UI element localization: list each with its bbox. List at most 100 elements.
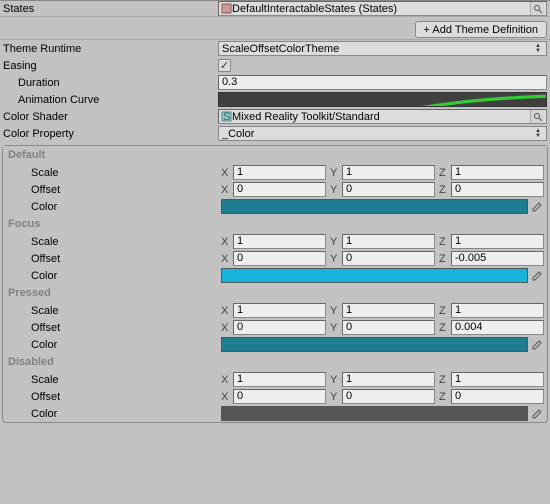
theme-runtime-value: ScaleOffsetColorTheme [222, 43, 533, 55]
checkmark-icon: ✓ [220, 59, 229, 72]
states-label: States [3, 3, 218, 15]
y-label: Y [330, 253, 342, 265]
scale-x-field[interactable]: 1 [233, 303, 326, 318]
offset-z-field[interactable]: -0.005 [451, 251, 544, 266]
offset-x-field[interactable]: 0 [233, 320, 326, 335]
offset-x-field[interactable]: 0 [233, 389, 326, 404]
color-field[interactable] [221, 406, 528, 421]
easing-checkbox[interactable]: ✓ [218, 59, 231, 72]
color-shader-value: Mixed Reality Toolkit/Standard [232, 111, 530, 123]
offset-y-field[interactable]: 0 [342, 251, 435, 266]
z-label: Z [439, 253, 451, 265]
y-label: Y [330, 322, 342, 334]
object-picker-icon[interactable] [530, 110, 544, 123]
offset-label: Offset [6, 253, 221, 265]
x-label: X [221, 236, 233, 248]
state-header-focus: Focus [3, 215, 547, 233]
dropdown-arrow-icon: ▲▼ [533, 44, 543, 54]
curve-icon [219, 93, 546, 107]
scale-z-field[interactable]: 1 [451, 372, 544, 387]
y-label: Y [330, 184, 342, 196]
scale-x-field[interactable]: 1 [233, 372, 326, 387]
object-picker-icon[interactable] [530, 2, 544, 15]
animation-curve-label: Animation Curve [3, 94, 218, 106]
scale-y-field[interactable]: 1 [342, 234, 435, 249]
x-label: X [221, 391, 233, 403]
eyedropper-icon[interactable] [528, 339, 544, 351]
color-property-label: Color Property [3, 128, 218, 140]
color-field[interactable] [221, 268, 528, 283]
state-header-default: Default [3, 146, 547, 164]
offset-x-field[interactable]: 0 [233, 182, 326, 197]
z-label: Z [439, 167, 451, 179]
offset-label: Offset [6, 184, 221, 196]
scale-z-field[interactable]: 1 [451, 303, 544, 318]
scale-x-field[interactable]: 1 [233, 165, 326, 180]
scale-x-field[interactable]: 1 [233, 234, 326, 249]
z-label: Z [439, 374, 451, 386]
dropdown-arrow-icon: ▲▼ [533, 129, 543, 139]
duration-field[interactable]: 0.3 [218, 75, 547, 90]
y-label: Y [330, 305, 342, 317]
state-header-disabled: Disabled [3, 353, 547, 371]
states-object-value: DefaultInteractableStates (States) [232, 3, 530, 15]
color-label: Color [6, 339, 221, 351]
offset-x-field[interactable]: 0 [233, 251, 326, 266]
states-asset-icon [221, 3, 232, 14]
color-label: Color [6, 408, 221, 420]
offset-z-field[interactable]: 0 [451, 389, 544, 404]
easing-label: Easing [3, 60, 218, 72]
scale-label: Scale [6, 236, 221, 248]
color-field[interactable] [221, 337, 528, 352]
eyedropper-icon[interactable] [528, 408, 544, 420]
x-label: X [221, 374, 233, 386]
theme-runtime-dropdown[interactable]: ScaleOffsetColorTheme ▲▼ [218, 41, 547, 56]
y-label: Y [330, 167, 342, 179]
eyedropper-icon[interactable] [528, 201, 544, 213]
scale-y-field[interactable]: 1 [342, 165, 435, 180]
scale-label: Scale [6, 305, 221, 317]
color-shader-label: Color Shader [3, 111, 218, 123]
states-object-field[interactable]: DefaultInteractableStates (States) [218, 1, 547, 16]
state-header-pressed: Pressed [3, 284, 547, 302]
z-label: Z [439, 391, 451, 403]
shader-asset-icon: S [221, 111, 232, 122]
offset-y-field[interactable]: 0 [342, 182, 435, 197]
svg-text:S: S [223, 111, 230, 122]
animation-curve-field[interactable] [218, 92, 547, 107]
add-theme-definition-label: + Add Theme Definition [424, 24, 538, 36]
x-label: X [221, 322, 233, 334]
offset-label: Offset [6, 391, 221, 403]
scale-z-field[interactable]: 1 [451, 234, 544, 249]
scale-y-field[interactable]: 1 [342, 303, 435, 318]
color-label: Color [6, 270, 221, 282]
scale-z-field[interactable]: 1 [451, 165, 544, 180]
x-label: X [221, 167, 233, 179]
x-label: X [221, 305, 233, 317]
scale-label: Scale [6, 167, 221, 179]
color-property-dropdown[interactable]: _Color ▲▼ [218, 126, 547, 141]
scale-label: Scale [6, 374, 221, 386]
y-label: Y [330, 391, 342, 403]
z-label: Z [439, 322, 451, 334]
y-label: Y [330, 374, 342, 386]
x-label: X [221, 184, 233, 196]
y-label: Y [330, 236, 342, 248]
add-theme-definition-button[interactable]: + Add Theme Definition [415, 21, 547, 38]
z-label: Z [439, 305, 451, 317]
x-label: X [221, 253, 233, 265]
z-label: Z [439, 236, 451, 248]
offset-label: Offset [6, 322, 221, 334]
offset-z-field[interactable]: 0.004 [451, 320, 544, 335]
color-shader-field[interactable]: S Mixed Reality Toolkit/Standard [218, 109, 547, 124]
eyedropper-icon[interactable] [528, 270, 544, 282]
scale-y-field[interactable]: 1 [342, 372, 435, 387]
z-label: Z [439, 184, 451, 196]
color-property-value: _Color [222, 128, 533, 140]
color-label: Color [6, 201, 221, 213]
offset-y-field[interactable]: 0 [342, 320, 435, 335]
color-field[interactable] [221, 199, 528, 214]
offset-z-field[interactable]: 0 [451, 182, 544, 197]
offset-y-field[interactable]: 0 [342, 389, 435, 404]
theme-runtime-label: Theme Runtime [3, 43, 218, 55]
